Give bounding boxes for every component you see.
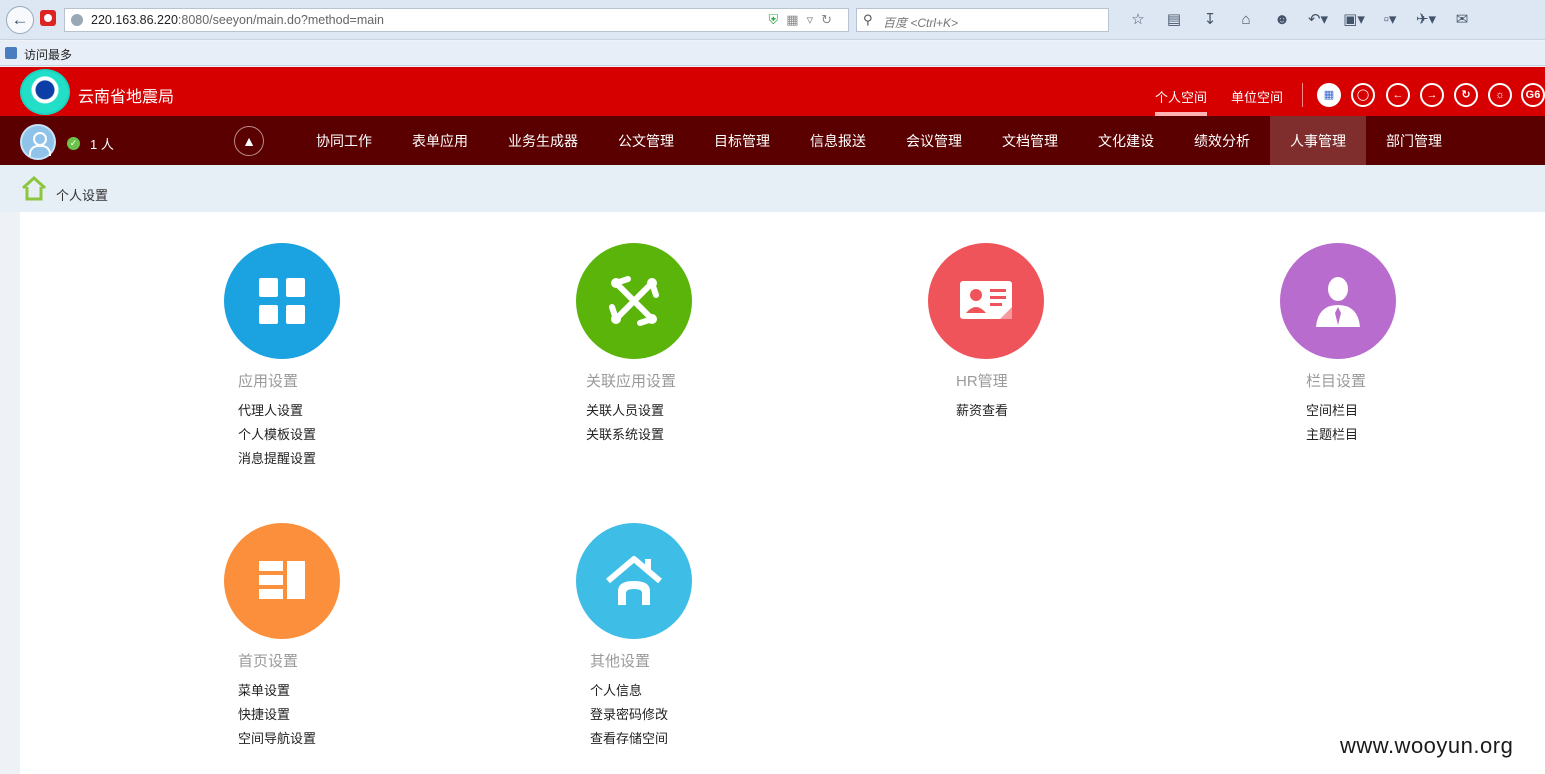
tile-title[interactable]: 栏目设置 [1306, 370, 1366, 391]
watermark: www.wooyun.org [1340, 733, 1514, 758]
star-icon[interactable]: ☆ [1120, 9, 1156, 31]
homepage-icon [259, 561, 305, 599]
undo-icon[interactable]: ↶▾ [1300, 9, 1336, 31]
version-button[interactable]: G6 [1521, 83, 1545, 107]
browser-toolbar: ← 220.163.86.220:8080/seeyon/main.do?met… [0, 0, 1545, 40]
page-title: 个人设置 [56, 188, 109, 203]
link-proxy-settings[interactable]: 代理人设置 [238, 400, 303, 419]
nav-item-meetings[interactable]: 会议管理 [892, 116, 976, 165]
home-icon[interactable]: ⌂ [1228, 9, 1264, 31]
crop-icon[interactable]: ▣▾ [1336, 9, 1372, 31]
avatar[interactable] [20, 124, 56, 160]
link-shortcut-settings[interactable]: 快捷设置 [238, 704, 290, 723]
tile-title[interactable]: HR管理 [956, 370, 1008, 391]
id-card-icon [960, 281, 1012, 319]
hr-tile[interactable] [928, 243, 1044, 359]
nav-item-collaboration[interactable]: 协同工作 [302, 116, 386, 165]
link-message-reminder[interactable]: 消息提醒设置 [238, 448, 316, 467]
link-space-columns[interactable]: 空间栏目 [1306, 400, 1358, 419]
link-personal-template[interactable]: 个人模板设置 [238, 424, 316, 443]
other-settings-tile[interactable] [576, 523, 692, 639]
logo [20, 69, 70, 115]
link-related-people[interactable]: 关联人员设置 [586, 400, 664, 419]
extension-icon[interactable]: ✈▾ [1408, 9, 1444, 31]
qr-icon[interactable]: ▦ [786, 12, 806, 27]
online-count[interactable]: 1 人 [90, 134, 114, 153]
main-nav: ✓ 1 人 ▲ 协同工作 表单应用 业务生成器 公文管理 目标管理 信息报送 会… [0, 116, 1545, 165]
nav-item-biz-generator[interactable]: 业务生成器 [494, 116, 592, 165]
divider [1302, 83, 1303, 107]
link-salary-view[interactable]: 薪资查看 [956, 400, 1008, 419]
house-icon [606, 556, 662, 605]
settings-panel: 应用设置 代理人设置 个人模板设置 消息提醒设置 关联应用设置 关联人员设置 关… [20, 212, 1545, 774]
nav-item-doc-mgmt[interactable]: 文档管理 [988, 116, 1072, 165]
column-settings-tile[interactable] [1280, 243, 1396, 359]
chat-icon[interactable]: ☼ [1488, 83, 1512, 107]
grid-icon[interactable]: ▦ [1317, 83, 1341, 107]
app-header: 云南省地震局 个人空间 单位空间 ▦ ◯ ← → ↻ ☼ G6 [0, 67, 1545, 116]
browser-tools: ☆ ▤ ↧ ⌂ ☻ ↶▾ ▣▾ ▫▾ ✈▾ ✉ [1120, 9, 1480, 31]
arrow-right-icon[interactable]: → [1420, 83, 1444, 107]
nav-item-culture[interactable]: 文化建设 [1084, 116, 1168, 165]
nav-item-hr[interactable]: 人事管理 [1270, 116, 1366, 165]
homepage-settings-tile[interactable] [224, 523, 340, 639]
screenshot-icon[interactable] [40, 10, 56, 26]
breadcrumb: 个人设置 [0, 165, 1545, 212]
reload-icon[interactable]: ↻ [821, 12, 840, 27]
url-text: 220.163.86.220:8080/seeyon/main.do?metho… [91, 13, 384, 27]
tile-title[interactable]: 其他设置 [590, 650, 650, 671]
link-topic-columns[interactable]: 主题栏目 [1306, 424, 1358, 443]
tab-personal-space[interactable]: 个人空间 [1155, 87, 1208, 116]
reading-list-icon[interactable]: ▤ [1156, 9, 1192, 31]
nav-item-targets[interactable]: 目标管理 [700, 116, 784, 165]
browser-search-input[interactable]: ⚲ 百度 <Ctrl+K> [856, 8, 1109, 32]
nav-item-forms[interactable]: 表单应用 [398, 116, 482, 165]
home-icon[interactable] [21, 175, 47, 201]
search-icon: ⚲ [863, 12, 873, 27]
tile-title[interactable]: 首页设置 [238, 650, 298, 671]
chat-icon[interactable]: ☻ [1264, 9, 1300, 31]
tile-title[interactable]: 应用设置 [238, 370, 298, 391]
link-change-password[interactable]: 登录密码修改 [590, 704, 668, 723]
nav-item-performance[interactable]: 绩效分析 [1180, 116, 1264, 165]
search-placeholder: 百度 <Ctrl+K> [883, 16, 959, 30]
tabs-icon[interactable]: ▫▾ [1372, 9, 1408, 31]
back-icon[interactable]: ← [6, 6, 34, 34]
bookmark-icon [5, 47, 17, 59]
navigate-icon[interactable]: ▲ [234, 126, 264, 156]
bookmarks-bar: 访问最多 [0, 41, 1545, 66]
grid-icon [259, 278, 305, 324]
bookmark-most-visited[interactable]: 访问最多 [24, 46, 72, 63]
arrow-left-icon[interactable]: ← [1386, 83, 1410, 107]
nav-item-department[interactable]: 部门管理 [1372, 116, 1456, 165]
download-icon[interactable]: ↧ [1192, 9, 1228, 31]
online-status-icon: ✓ [67, 137, 80, 150]
address-bar[interactable]: 220.163.86.220:8080/seeyon/main.do?metho… [64, 8, 849, 32]
link-menu-settings[interactable]: 菜单设置 [238, 680, 290, 699]
search-icon[interactable]: ◯ [1351, 83, 1375, 107]
linked-app-tile[interactable] [576, 243, 692, 359]
link-space-nav-settings[interactable]: 空间导航设置 [238, 728, 316, 747]
refresh-icon[interactable]: ↻ [1454, 83, 1478, 107]
link-related-system[interactable]: 关联系统设置 [586, 424, 664, 443]
link-storage-space[interactable]: 查看存储空间 [590, 728, 668, 747]
shield-icon[interactable]: ⛨ [769, 12, 787, 27]
globe-icon [71, 14, 83, 26]
url-actions: ⛨▦▿↻ [769, 12, 841, 28]
app-title: 云南省地震局 [78, 89, 175, 106]
tab-unit-space[interactable]: 单位空间 [1231, 87, 1283, 106]
message-icon[interactable]: ✉ [1444, 9, 1480, 31]
nav-item-documents[interactable]: 公文管理 [604, 116, 688, 165]
app-settings-tile[interactable] [224, 243, 340, 359]
nav-item-info-report[interactable]: 信息报送 [796, 116, 880, 165]
tile-title[interactable]: 关联应用设置 [586, 370, 676, 391]
person-icon [1316, 277, 1360, 327]
dropdown-icon[interactable]: ▿ [807, 12, 822, 27]
link-personal-info[interactable]: 个人信息 [590, 680, 642, 699]
link-icon [609, 276, 659, 326]
